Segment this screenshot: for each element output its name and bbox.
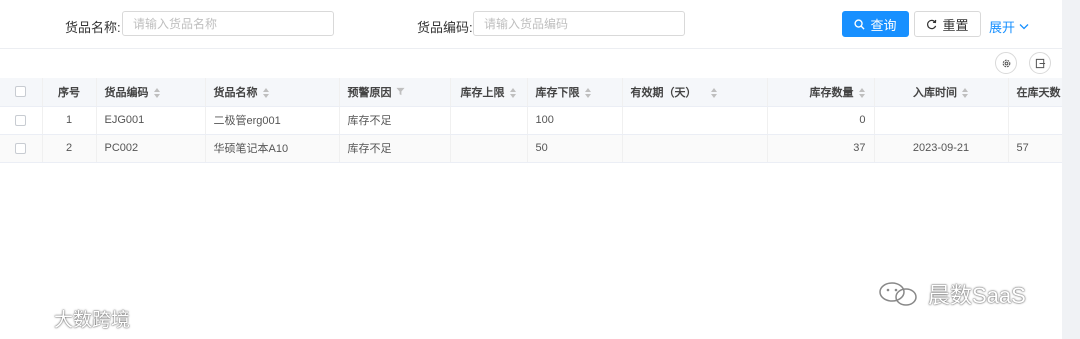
table-row[interactable]: 1 EJG001 二极管erg001 库存不足 100 0 [0, 106, 1080, 135]
table-cell [450, 106, 528, 135]
sort-icon[interactable] [509, 87, 517, 98]
table-cell [622, 106, 768, 135]
goods-code-input[interactable] [473, 11, 685, 36]
refresh-icon [926, 19, 937, 30]
watermark-right: 晨数SaaS [878, 278, 1026, 310]
query-button-label: 查询 [870, 17, 897, 33]
watermark-logo-icon [8, 307, 48, 331]
search-icon [854, 18, 866, 30]
table-cell: 37 [767, 134, 875, 163]
table-cell: PC002 [96, 134, 206, 163]
wechat-icon [878, 280, 922, 308]
sort-icon[interactable] [584, 87, 592, 98]
alert-table: 序号 货品编码 货品名称 预警原因 库存上限 库存下限 有效期（天） 库存数量 … [0, 78, 1080, 163]
col-header[interactable]: 预警原因 [339, 78, 451, 107]
col-header[interactable]: 有效期（天） [622, 78, 768, 107]
search-form: 货品名称: 货品编码: 查询 重置 展开 [0, 0, 1062, 49]
sort-icon[interactable] [710, 87, 718, 98]
page-scrollbar[interactable] [1062, 0, 1080, 339]
table-cell [450, 134, 528, 163]
sort-icon[interactable] [262, 87, 270, 98]
reset-button[interactable]: 重置 [914, 11, 981, 37]
column-settings-button[interactable] [995, 52, 1017, 74]
table-cell: 50 [527, 134, 623, 163]
table-cell: 2023-09-21 [874, 134, 1009, 163]
row-select-cell [0, 106, 43, 135]
chevron-down-icon [1019, 23, 1029, 30]
table-cell: 100 [527, 106, 623, 135]
col-header: 序号 [42, 78, 97, 107]
goods-code-label: 货品编码: [417, 20, 473, 35]
main-panel: 货品名称: 货品编码: 查询 重置 展开 [0, 0, 1080, 339]
gear-icon [1001, 58, 1012, 69]
col-header[interactable]: 货品编码 [96, 78, 206, 107]
col-header[interactable]: 入库时间 [874, 78, 1009, 107]
sort-icon[interactable] [153, 87, 161, 98]
filter-icon[interactable] [395, 87, 405, 99]
reset-button-label: 重置 [942, 17, 969, 33]
row-select-cell [0, 134, 43, 163]
select-all-checkbox[interactable] [15, 86, 27, 98]
col-header[interactable]: 库存数量 [767, 78, 875, 107]
expand-label: 展开 [989, 20, 1016, 35]
sort-icon[interactable] [962, 87, 969, 98]
sort-icon[interactable] [858, 87, 866, 98]
select-all-cell [0, 78, 43, 107]
table-cell: 华硕笔记本A10 [205, 134, 340, 163]
export-icon [1035, 58, 1046, 69]
export-button[interactable] [1029, 52, 1051, 74]
table-row[interactable]: 2 PC002 华硕笔记本A10 库存不足 50 37 2023-09-21 5… [0, 134, 1080, 163]
table-cell: 1 [42, 106, 97, 135]
query-button[interactable]: 查询 [842, 11, 909, 37]
watermark-right-text: 晨数SaaS [928, 283, 1026, 308]
col-header[interactable]: 货品名称 [205, 78, 340, 107]
table-cell: 库存不足 [339, 134, 451, 163]
col-header[interactable]: 库存上限 [450, 78, 528, 107]
table-cell: 2 [42, 134, 97, 163]
table-cell [622, 134, 768, 163]
table-header-row: 序号 货品编码 货品名称 预警原因 库存上限 库存下限 有效期（天） 库存数量 … [0, 78, 1080, 107]
table-cell: EJG001 [96, 106, 206, 135]
expand-toggle[interactable]: 展开 [989, 17, 1029, 36]
goods-name-input[interactable] [122, 11, 334, 36]
table-cell: 二极管erg001 [205, 106, 340, 135]
row-checkbox[interactable] [15, 142, 27, 154]
row-checkbox[interactable] [15, 114, 27, 126]
goods-name-label: 货品名称: [65, 20, 121, 35]
table-cell: 0 [767, 106, 875, 135]
table-cell [874, 106, 1009, 135]
watermark-left-text: 大数跨境 [54, 310, 131, 331]
table-cell: 库存不足 [339, 106, 451, 135]
watermark-left: 大数跨境 [8, 305, 130, 332]
col-header[interactable]: 库存下限 [527, 78, 623, 107]
